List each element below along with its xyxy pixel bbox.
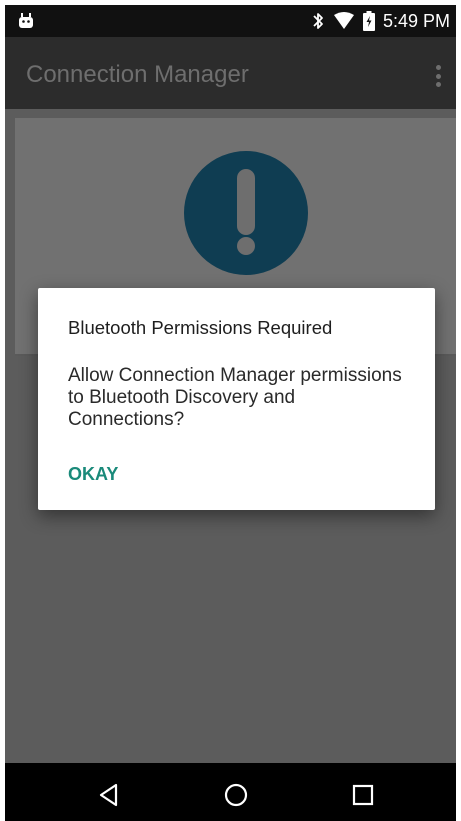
alert-exclamation-icon — [184, 151, 308, 275]
app-bar: Connection Manager — [5, 37, 456, 109]
dialog-message: Allow Connection Manager permissions to … — [68, 365, 402, 430]
status-icons: 5:49 PM — [311, 10, 450, 32]
menu-dot — [436, 73, 441, 79]
screen: 5:49 PM Connection Manager Bluetooth Per… — [5, 5, 456, 821]
navigation-bar — [5, 763, 456, 821]
exclamation-dot — [237, 237, 255, 255]
status-time: 5:49 PM — [382, 10, 450, 31]
exclamation-bar — [237, 169, 255, 235]
wifi-icon — [333, 12, 355, 30]
menu-dot — [436, 65, 441, 70]
status-bar: 5:49 PM — [5, 5, 456, 37]
android-debug-icon — [19, 13, 33, 28]
battery-charging-icon — [362, 11, 375, 31]
overflow-menu-icon[interactable] — [436, 65, 442, 87]
menu-dot — [436, 82, 441, 87]
recents-icon[interactable] — [349, 781, 377, 809]
home-icon[interactable] — [222, 781, 250, 809]
dialog-title: Bluetooth Permissions Required — [68, 317, 333, 338]
permission-dialog: Bluetooth Permissions Required Allow Con… — [38, 288, 435, 510]
back-icon[interactable] — [95, 781, 123, 809]
app-title: Connection Manager — [26, 61, 249, 88]
bluetooth-icon — [311, 11, 325, 31]
okay-button[interactable]: OKAY — [68, 462, 118, 487]
